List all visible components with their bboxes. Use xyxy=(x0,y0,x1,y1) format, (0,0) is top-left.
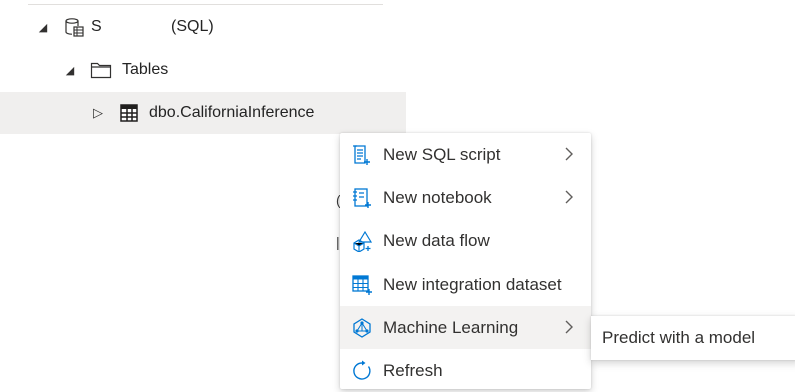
integration-dataset-icon xyxy=(351,274,373,296)
chevron-right-icon xyxy=(565,147,573,161)
menu-item-label: Machine Learning xyxy=(383,317,519,337)
folder-icon xyxy=(90,60,112,80)
sql-database-icon xyxy=(63,16,85,38)
menu-item-new-sql-script[interactable]: New SQL script xyxy=(340,133,591,176)
collapsed-caret-icon[interactable]: ▷ xyxy=(92,105,104,121)
menu-item-label: Refresh xyxy=(383,360,443,380)
tree-node-table[interactable]: ▷ dbo.CaliforniaInference xyxy=(0,92,406,134)
chevron-right-icon xyxy=(565,320,573,334)
database-type-label: (SQL) xyxy=(171,18,214,35)
data-flow-icon xyxy=(351,230,373,252)
chevron-right-icon xyxy=(565,190,573,204)
menu-item-machine-learning[interactable]: Machine Learning xyxy=(340,306,591,349)
sql-script-icon xyxy=(351,144,373,166)
submenu-item-predict-with-model[interactable]: Predict with a model xyxy=(602,328,755,348)
menu-item-refresh[interactable]: Refresh xyxy=(340,349,591,392)
database-name: S xyxy=(91,18,102,35)
menu-item-label: New notebook xyxy=(383,187,492,207)
tree-node-tables-folder[interactable]: ◢ Tables xyxy=(0,49,406,91)
notebook-icon xyxy=(351,187,373,209)
context-menu: New SQL script New notebook New data flo… xyxy=(340,133,591,389)
machine-learning-icon xyxy=(351,317,373,339)
menu-item-label: New SQL script xyxy=(383,144,501,164)
tree-divider xyxy=(28,4,383,5)
table-icon xyxy=(119,103,139,123)
tree-node-label: Tables xyxy=(122,61,169,78)
machine-learning-submenu: Predict with a model xyxy=(591,316,795,360)
tree-node-database[interactable]: ◢ S (SQL) xyxy=(0,6,406,48)
menu-item-label: New integration dataset xyxy=(383,274,562,294)
tree-node-label: dbo.CaliforniaInference xyxy=(149,104,315,121)
refresh-icon xyxy=(351,360,373,382)
menu-item-new-integration-dataset[interactable]: New integration dataset xyxy=(340,263,591,306)
menu-item-label: New data flow xyxy=(383,230,490,250)
expanded-caret-icon[interactable]: ◢ xyxy=(37,21,49,34)
menu-item-new-data-flow[interactable]: New data flow xyxy=(340,219,591,262)
expanded-caret-icon[interactable]: ◢ xyxy=(64,64,76,77)
menu-item-new-notebook[interactable]: New notebook xyxy=(340,176,591,219)
